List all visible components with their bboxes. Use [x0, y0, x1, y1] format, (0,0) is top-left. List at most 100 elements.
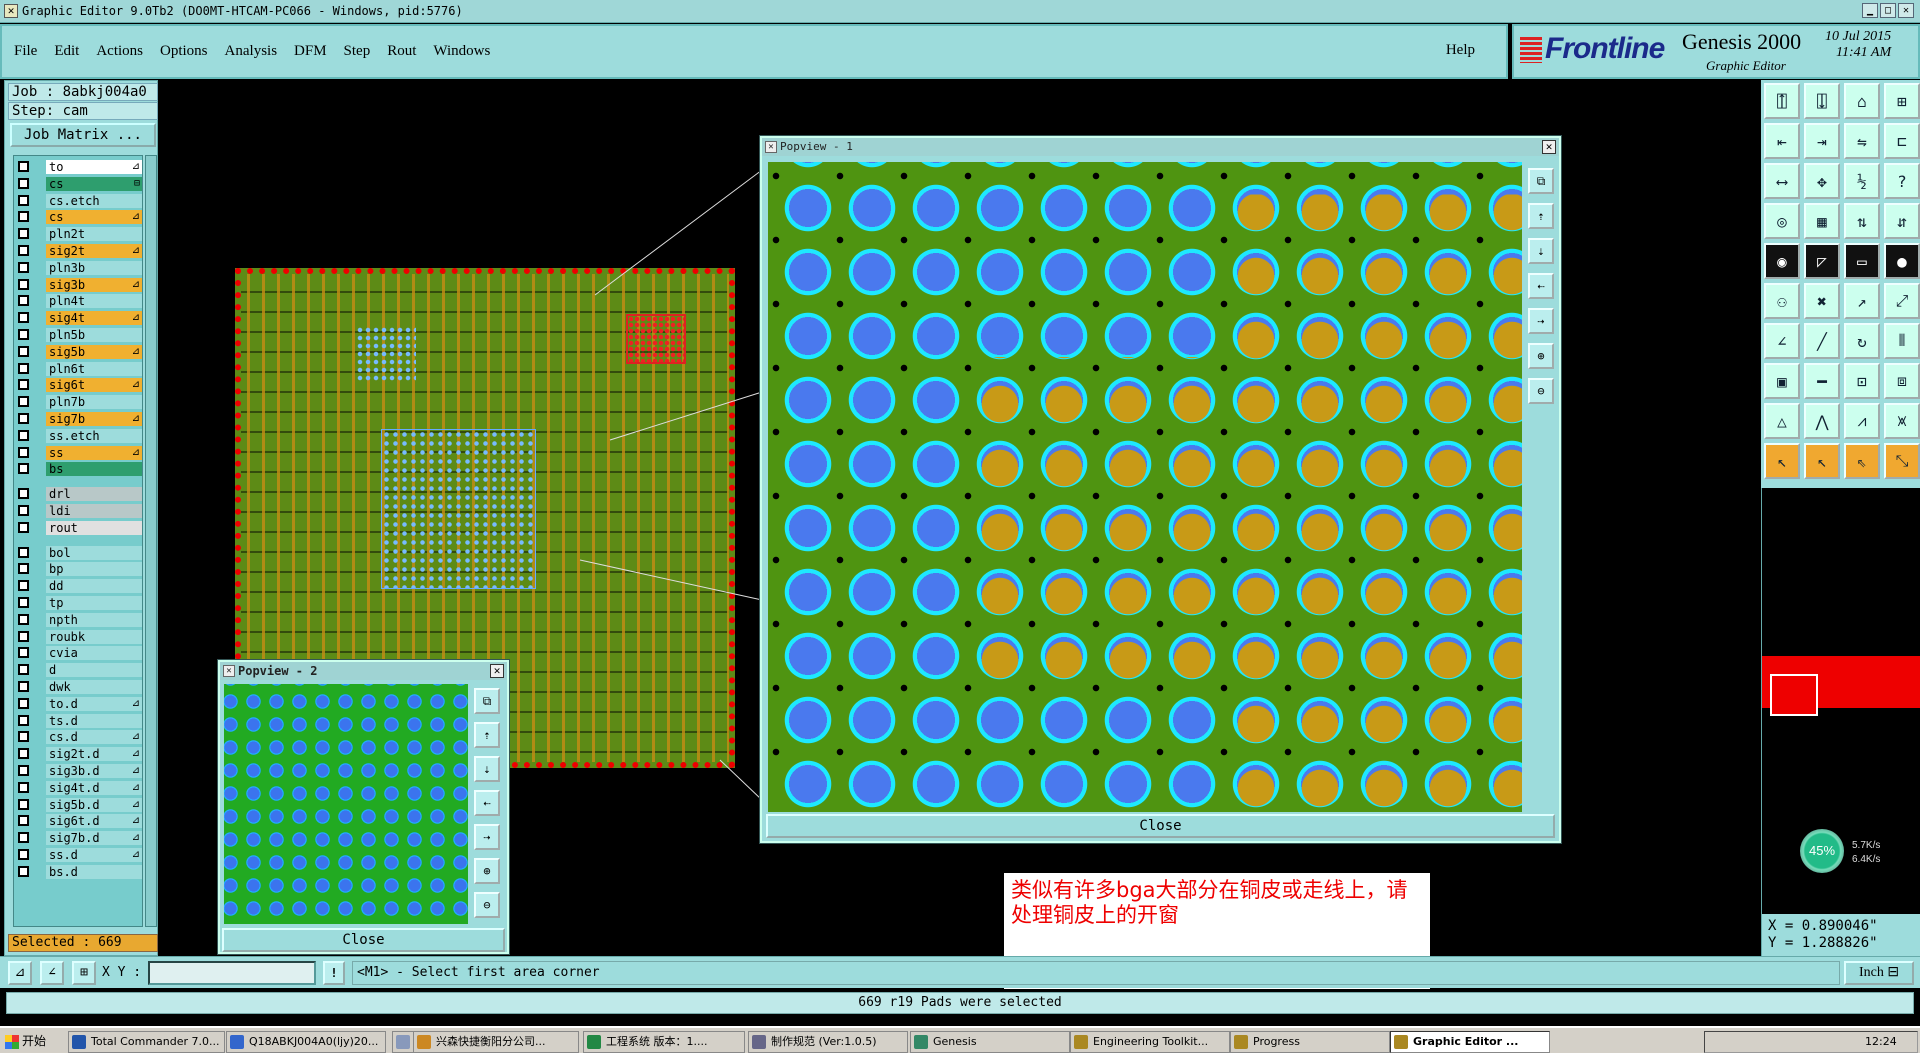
- pan-up-icon[interactable]: ⇡: [474, 722, 500, 748]
- x-coordinate: X = 0.890046": [1768, 918, 1878, 934]
- pan-right-icon[interactable]: ⇢: [1528, 308, 1554, 334]
- measure-icon[interactable]: ◎: [1764, 203, 1800, 239]
- pan-up-icon[interactable]: ⇡: [1528, 203, 1554, 229]
- pan-down-icon[interactable]: ⇣: [474, 756, 500, 782]
- align-icon[interactable]: ⫴: [1884, 323, 1920, 359]
- peak-icon[interactable]: ⋀: [1804, 403, 1840, 439]
- popview-2-title: Popview - 2: [238, 664, 318, 678]
- zoom-out-icon[interactable]: ⊖: [474, 892, 500, 918]
- taskbar-label: Q18ABKJ004A0(ljy)20...: [249, 1035, 379, 1048]
- snap-icon[interactable]: ⊏: [1884, 123, 1920, 159]
- zoom-out-icon[interactable]: ⊖: [1528, 378, 1554, 404]
- pointer-icon[interactable]: ↖: [1764, 443, 1800, 479]
- redo-icon[interactable]: ⇥: [1804, 123, 1840, 159]
- fit-width-icon[interactable]: ⟷: [1764, 163, 1800, 199]
- clock: 12:24: [1865, 1035, 1897, 1048]
- layout-icon[interactable]: ⊞: [1884, 83, 1920, 119]
- select-pad-icon[interactable]: ▣: [1764, 363, 1800, 399]
- popview-1-tools: ⧉ ⇡ ⇣ ⇠ ⇢ ⊕ ⊖: [1524, 162, 1558, 812]
- mirror-icon[interactable]: ⇋: [1844, 123, 1880, 159]
- zoom-home-icon[interactable]: ⧉: [1528, 168, 1554, 194]
- angle-icon[interactable]: ∠: [1764, 323, 1800, 359]
- select-icon[interactable]: ↖: [1804, 443, 1840, 479]
- angle-mode-icon[interactable]: ∠: [40, 961, 64, 985]
- grid-icon[interactable]: ▦: [1804, 203, 1840, 239]
- overview-viewport[interactable]: [1770, 674, 1818, 716]
- pad-add-icon[interactable]: ◉: [1764, 243, 1800, 279]
- taskbar-button[interactable]: Engineering Toolkit...: [1070, 1031, 1230, 1053]
- taskbar-button[interactable]: Graphic Editor ...: [1390, 1031, 1550, 1053]
- taskbar-button[interactable]: Progress: [1230, 1031, 1390, 1053]
- select-area-icon[interactable]: ⇖: [1844, 443, 1880, 479]
- connect-icon[interactable]: ⚇: [1764, 283, 1800, 319]
- overview-highlight: [1762, 656, 1920, 716]
- taskbar-button[interactable]: 工程系统 版本：1....: [583, 1031, 745, 1053]
- draw-line-icon[interactable]: ╱: [1804, 323, 1840, 359]
- popview-1-canvas[interactable]: [768, 162, 1522, 812]
- taskbar-button[interactable]: 制作规范 (Ver:1.0.5): [748, 1031, 908, 1053]
- zoom-in-icon[interactable]: ⊕: [1528, 343, 1554, 369]
- network-meter: 45%: [1800, 829, 1844, 873]
- popview-2-close-button[interactable]: Close: [222, 928, 505, 952]
- copy-icon[interactable]: ⤢: [1884, 283, 1920, 319]
- window-icon: ✕: [223, 665, 235, 677]
- undo-icon[interactable]: ⇤: [1764, 123, 1800, 159]
- upload-speed: 5.7K/s: [1852, 840, 1881, 851]
- popview-1-close-button[interactable]: Close: [766, 814, 1555, 838]
- arc-icon[interactable]: ↻: [1844, 323, 1880, 359]
- zoom-home-icon[interactable]: ⧉: [474, 688, 500, 714]
- triangle-icon[interactable]: △: [1764, 403, 1800, 439]
- home-icon[interactable]: ⌂: [1844, 83, 1880, 119]
- xy-input[interactable]: [148, 961, 316, 985]
- arch-icon[interactable]: ⩙: [1884, 403, 1920, 439]
- save-icon[interactable]: ⍐: [1764, 83, 1800, 119]
- taskbar-label: 制作规范 (Ver:1.0.5): [771, 1035, 877, 1048]
- snap-mode-icon[interactable]: ⊿: [8, 961, 32, 985]
- taskbar-button[interactable]: Total Commander 7.0...: [68, 1031, 225, 1053]
- taskbar-button[interactable]: Q18ABKJ004A0(ljy)20...: [226, 1031, 386, 1053]
- layer-down-icon[interactable]: ⇵: [1884, 203, 1920, 239]
- pan-left-icon[interactable]: ⇠: [1528, 273, 1554, 299]
- taskbar: 开始 Total Commander 7.0... Q18ABKJ004A0(lj…: [0, 1026, 1920, 1053]
- start-button[interactable]: 开始: [2, 1031, 54, 1053]
- taskbar-button[interactable]: 兴森快捷衡阳分公司...: [413, 1031, 579, 1053]
- group-icon[interactable]: ⧈: [1884, 363, 1920, 399]
- scale-icon[interactable]: ½: [1844, 163, 1880, 199]
- layer-up-icon[interactable]: ⇅: [1844, 203, 1880, 239]
- surface-add-icon[interactable]: ●: [1884, 243, 1920, 279]
- delete-icon[interactable]: ✖: [1804, 283, 1840, 319]
- bridge-icon[interactable]: ⩘: [1844, 403, 1880, 439]
- select-poly-icon[interactable]: ⤡: [1884, 443, 1920, 479]
- window-icon: ✕: [765, 141, 777, 153]
- pan-left-icon[interactable]: ⇠: [474, 790, 500, 816]
- pan-down-icon[interactable]: ⇣: [1528, 238, 1554, 264]
- resize-icon[interactable]: ⊡: [1844, 363, 1880, 399]
- popview-2-title-bar[interactable]: ✕ Popview - 2: [220, 662, 507, 680]
- app-icon: [1394, 1035, 1408, 1049]
- app-icon: [396, 1035, 410, 1049]
- fit-icon[interactable]: ✥: [1804, 163, 1840, 199]
- warning-icon[interactable]: !: [323, 961, 345, 985]
- line-add-icon[interactable]: ◸: [1804, 243, 1840, 279]
- text-add-icon[interactable]: ▭: [1844, 243, 1880, 279]
- help-icon[interactable]: ?: [1884, 163, 1920, 199]
- command-bar: ⊿ ∠ ⊞ X Y : ! <M1> - Select first area c…: [0, 956, 1920, 988]
- zoom-in-icon[interactable]: ⊕: [474, 858, 500, 884]
- y-coordinate: Y = 1.288826": [1768, 935, 1878, 951]
- taskbar-label: Total Commander 7.0...: [91, 1035, 220, 1048]
- move-icon[interactable]: ↗: [1844, 283, 1880, 319]
- tool-palette: ⍐ ⍗ ⌂ ⊞ ⇤ ⇥ ⇋ ⊏ ⟷ ✥ ½ ? ◎ ▦ ⇅ ⇵ ◉ ◸ ▭ ● …: [1761, 80, 1920, 488]
- cut-icon[interactable]: ━: [1804, 363, 1840, 399]
- app-icon: [587, 1035, 601, 1049]
- grid-mode-icon[interactable]: ⊞: [72, 961, 96, 985]
- popview-1-title-bar[interactable]: ✕ Popview - 1: [762, 138, 1559, 156]
- popview-2-canvas[interactable]: [224, 684, 468, 924]
- popview-2-close-icon[interactable]: ✕: [490, 664, 504, 678]
- pan-right-icon[interactable]: ⇢: [474, 824, 500, 850]
- open-icon[interactable]: ⍗: [1804, 83, 1840, 119]
- popview-1-close-icon[interactable]: ✕: [1542, 140, 1556, 154]
- network-speed: 5.7K/s 6.4K/s: [1852, 839, 1880, 867]
- app-icon: [72, 1035, 86, 1049]
- taskbar-button[interactable]: Genesis: [910, 1031, 1070, 1053]
- unit-selector[interactable]: Inch ⊟: [1844, 961, 1914, 985]
